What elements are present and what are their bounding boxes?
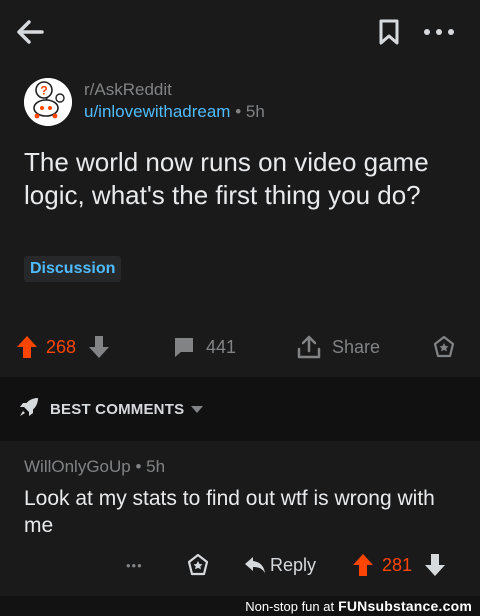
comment-body: Look at my stats to find out wtf is wron… [24, 487, 435, 537]
meta-dot: • [135, 457, 142, 476]
sort-label: BEST COMMENTS [50, 400, 185, 418]
svg-text:?: ? [40, 84, 47, 98]
comment-count: 441 [206, 336, 237, 357]
post-action-bar: 268 441 Share [0, 326, 480, 368]
comment-vote-group: 281 [352, 545, 446, 585]
more-dots-icon: ••• [126, 557, 143, 573]
reply-arrow-icon [244, 556, 266, 574]
downvote-icon[interactable] [424, 553, 446, 577]
comment-bubble-icon [172, 335, 196, 359]
meta-dot: • [235, 102, 242, 121]
rocket-icon [18, 396, 40, 422]
post-title: The world now runs on video game logic, … [24, 147, 429, 210]
upvote-icon[interactable] [16, 335, 38, 359]
back-arrow-icon[interactable] [14, 16, 46, 48]
share-button[interactable]: Share [296, 326, 380, 368]
comment-age: 5h [146, 457, 166, 476]
subreddit-avatar[interactable]: ? [24, 78, 72, 126]
bookmark-icon[interactable] [378, 18, 400, 46]
award-icon [186, 553, 210, 577]
comment-meta: WillOnlyGoUp • 5h [24, 457, 165, 477]
footer-brand: FUNsubstance.com [338, 598, 472, 614]
top-bar [0, 0, 480, 64]
sort-dropdown[interactable]: BEST COMMENTS [18, 392, 204, 426]
post-header: ? r/AskReddit u/inlovewithadream • 5h [24, 78, 464, 128]
award-button[interactable] [432, 326, 456, 368]
downvote-icon[interactable] [88, 335, 110, 359]
comment-score: 281 [382, 554, 413, 575]
vote-group: 268 [16, 326, 110, 368]
comment-more-button[interactable]: ••• [126, 545, 143, 585]
share-label: Share [332, 336, 381, 357]
post-score: 268 [46, 336, 77, 357]
comment-award-button[interactable] [186, 545, 210, 585]
footer-tagline: Non-stop fun at [245, 598, 335, 614]
subreddit-name[interactable]: r/AskReddit [84, 80, 172, 100]
share-icon [296, 334, 322, 360]
comments-button[interactable]: 441 [172, 326, 236, 368]
comment: WillOnlyGoUp • 5h Look at my stats to fi… [0, 441, 480, 596]
award-icon [432, 335, 456, 359]
upvote-icon[interactable] [352, 553, 374, 577]
comment-actions: ••• Reply 281 [0, 545, 480, 585]
askreddit-logo-icon: ? [24, 78, 72, 126]
reply-button[interactable]: Reply [244, 545, 316, 585]
comment-author[interactable]: WillOnlyGoUp [24, 457, 131, 476]
chevron-down-icon [191, 401, 204, 418]
more-options-icon[interactable] [422, 22, 456, 42]
post-age: 5h [245, 102, 265, 121]
reply-label: Reply [270, 554, 317, 575]
post-author-link[interactable]: u/inlovewithadream [84, 102, 230, 121]
watermark-footer: Non-stop fun at FUNsubstance.com [0, 596, 480, 616]
post-flair[interactable]: Discussion [24, 256, 122, 282]
post-meta: u/inlovewithadream • 5h [84, 102, 265, 122]
